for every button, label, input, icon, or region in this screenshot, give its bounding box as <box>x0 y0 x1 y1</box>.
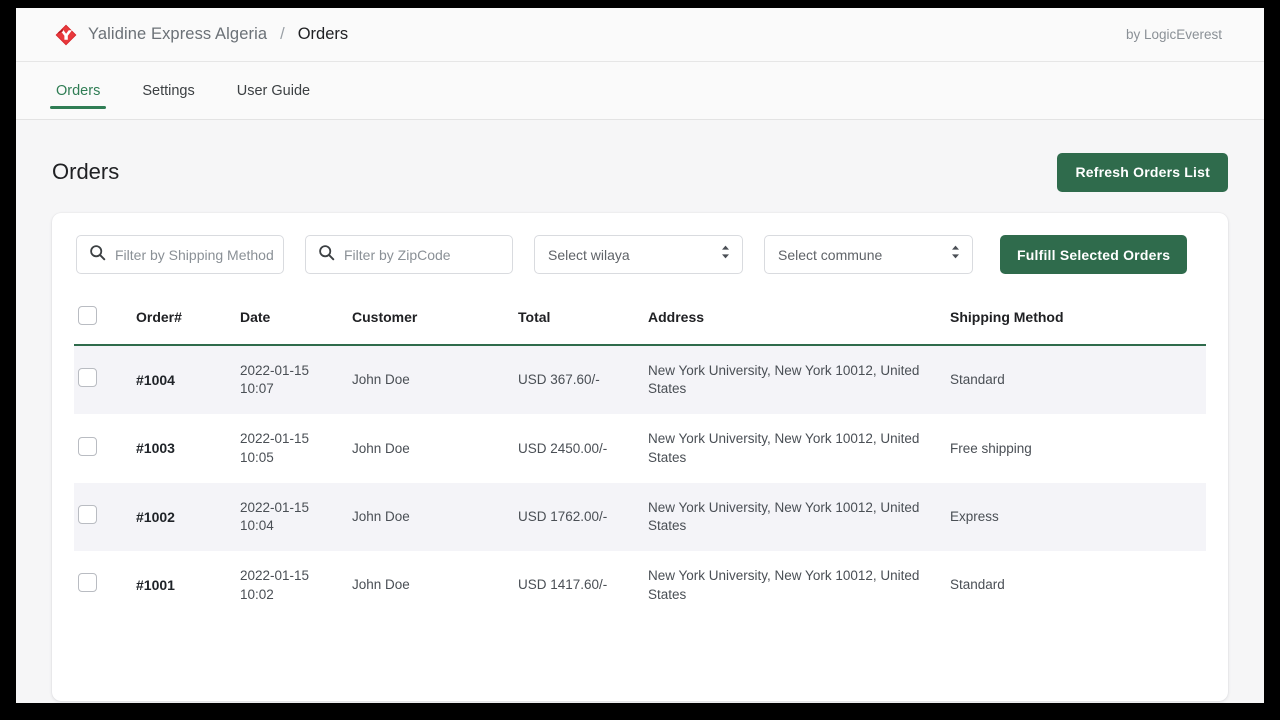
orders-table-head: Order# Date Customer Total Address Shipp… <box>74 296 1206 346</box>
table-row[interactable]: #1001 2022-01-15 10:02 John Doe USD 1417… <box>74 551 1206 619</box>
cell-total: USD 1762.00/- <box>518 508 608 524</box>
table-row[interactable]: #1004 2022-01-15 10:07 John Doe USD 367.… <box>74 345 1206 415</box>
table-row[interactable]: #1002 2022-01-15 10:04 John Doe USD 1762… <box>74 482 1206 552</box>
tab-settings[interactable]: Settings <box>140 62 196 119</box>
cell-address: New York University, New York 10012, Uni… <box>648 431 920 465</box>
tab-user-guide-label: User Guide <box>236 82 311 99</box>
tab-user-guide[interactable]: User Guide <box>235 62 312 119</box>
column-header-order[interactable]: Order# <box>130 296 234 346</box>
cell-date: 2022-01-15 10:07 <box>240 363 310 397</box>
app-topbar: Yalidine Express Algeria / Orders by Log… <box>16 8 1264 62</box>
app-window: Yalidine Express Algeria / Orders by Log… <box>16 8 1264 703</box>
zipcode-filter[interactable] <box>305 235 513 274</box>
row-select-cell <box>74 345 130 414</box>
cell-customer: John Doe <box>352 372 410 388</box>
filter-toolbar: Select wilaya Select commune Fu <box>74 235 1206 274</box>
cell-date: 2022-01-15 10:02 <box>240 568 310 602</box>
shipping-method-filter-input[interactable] <box>115 246 273 263</box>
row-checkbox[interactable] <box>78 504 97 524</box>
yalidine-logo-icon <box>54 23 78 47</box>
cell-customer: John Doe <box>352 577 410 593</box>
select-all-header <box>74 296 130 346</box>
main-nav: Orders Settings User Guide <box>16 62 1264 120</box>
breadcrumb-current-page: Orders <box>297 25 349 43</box>
select-all-checkbox[interactable] <box>78 306 97 325</box>
tab-orders-label: Orders <box>56 82 101 99</box>
cell-order-number: #1002 <box>136 508 175 525</box>
tab-settings-label: Settings <box>142 82 195 99</box>
cell-shipping-method: Standard <box>950 372 1005 388</box>
row-checkbox[interactable] <box>78 436 97 456</box>
cell-order-number: #1003 <box>136 440 175 457</box>
page-header: Orders Refresh Orders List <box>16 120 1264 198</box>
row-checkbox[interactable] <box>78 368 97 388</box>
zipcode-filter-input[interactable] <box>344 246 502 263</box>
refresh-orders-button[interactable]: Refresh Orders List <box>1057 152 1228 192</box>
commune-select[interactable]: Select commune <box>764 235 973 274</box>
cell-shipping-method: Standard <box>950 577 1005 593</box>
cell-address: New York University, New York 10012, Uni… <box>648 568 920 602</box>
cell-shipping-method: Express <box>950 508 999 524</box>
cell-date: 2022-01-15 10:05 <box>240 431 310 465</box>
fulfill-selected-orders-button[interactable]: Fulfill Selected Orders <box>1000 235 1188 274</box>
table-header-row: Order# Date Customer Total Address Shipp… <box>74 296 1206 346</box>
column-header-date[interactable]: Date <box>234 296 346 346</box>
orders-table: Order# Date Customer Total Address Shipp… <box>74 296 1206 620</box>
cell-address: New York University, New York 10012, Uni… <box>648 363 920 397</box>
cell-order-number: #1004 <box>136 371 175 388</box>
cell-date: 2022-01-15 10:04 <box>240 499 310 534</box>
table-row[interactable]: #1003 2022-01-15 10:05 John Doe USD 2450… <box>74 414 1206 482</box>
row-select-cell <box>74 414 130 482</box>
brand-name[interactable]: Yalidine Express Algeria <box>88 25 267 44</box>
search-icon <box>89 244 106 266</box>
breadcrumb-separator: / <box>280 25 285 43</box>
up-down-chevron-icon <box>950 244 961 265</box>
up-down-chevron-icon <box>720 244 731 265</box>
cell-total: USD 1417.60/- <box>518 577 608 593</box>
row-select-cell <box>74 483 130 551</box>
column-header-shipping-method[interactable]: Shipping Method <box>944 296 1206 346</box>
commune-select-value: Select commune <box>778 246 883 263</box>
cell-shipping-method: Free shipping <box>950 440 1032 456</box>
column-header-address[interactable]: Address <box>642 296 944 346</box>
cell-customer: John Doe <box>352 440 410 456</box>
cell-total: USD 2450.00/- <box>518 440 608 456</box>
search-icon <box>318 244 335 266</box>
tab-orders[interactable]: Orders <box>49 62 107 119</box>
page-title: Orders <box>52 159 120 184</box>
orders-card: Select wilaya Select commune Fu <box>52 213 1228 701</box>
column-header-total[interactable]: Total <box>512 296 642 346</box>
cell-address: New York University, New York 10012, Uni… <box>648 499 920 534</box>
orders-table-body: #1004 2022-01-15 10:07 John Doe USD 367.… <box>74 345 1206 620</box>
cell-customer: John Doe <box>352 508 410 524</box>
row-select-cell <box>74 551 130 619</box>
vendor-byline: by LogicEverest <box>1125 27 1222 42</box>
cell-order-number: #1001 <box>136 577 175 594</box>
wilaya-select[interactable]: Select wilaya <box>534 235 743 274</box>
shipping-method-filter[interactable] <box>76 235 284 274</box>
cell-total: USD 367.60/- <box>518 372 600 388</box>
row-checkbox[interactable] <box>78 573 97 593</box>
column-header-customer[interactable]: Customer <box>346 296 512 346</box>
breadcrumb: Yalidine Express Algeria / Orders <box>54 23 1126 47</box>
wilaya-select-value: Select wilaya <box>548 246 630 263</box>
